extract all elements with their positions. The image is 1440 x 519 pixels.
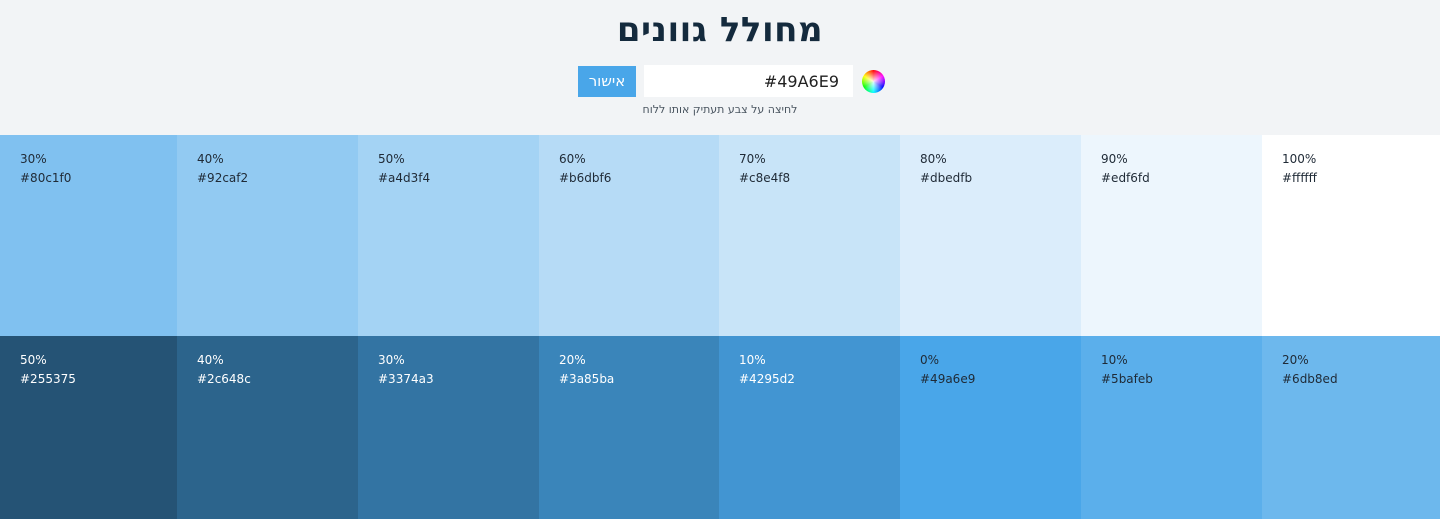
tint-swatch[interactable]: 40% #92caf2 (177, 135, 358, 336)
swatch-percent: 30% (20, 152, 47, 166)
color-form: אישור (578, 65, 885, 97)
swatch-hex: #a4d3f4 (378, 171, 431, 185)
swatch-hex: #3374a3 (378, 372, 434, 386)
swatch-percent: 20% (559, 353, 586, 367)
tints-row: 30% #80c1f0 40% #92caf2 50% #a4d3f4 60% #b6d… (0, 135, 1440, 336)
tint-swatch[interactable]: 50% #a4d3f4 (358, 135, 539, 336)
tint-swatch[interactable]: 60% #b6dbf6 (539, 135, 719, 336)
header: מחולל גוונים אישור לחיצה על צבע תעתיק או… (0, 0, 1440, 135)
swatch-hex: #ffffff (1282, 171, 1317, 185)
swatch-hex: #c8e4f8 (739, 171, 791, 185)
swatch-hex: #edf6fd (1101, 171, 1150, 185)
color-wheel-icon[interactable] (862, 69, 885, 93)
swatch-percent: 0% (920, 353, 940, 367)
swatch-percent: 60% (559, 152, 586, 166)
swatch-hex: #b6dbf6 (559, 171, 612, 185)
swatch-hex: #3a85ba (559, 372, 615, 386)
swatch-percent: 30% (378, 353, 405, 367)
tint-swatch[interactable]: 90% #edf6fd (1081, 135, 1262, 336)
swatch-percent: 40% (197, 353, 224, 367)
shade-swatch[interactable]: 10% #4295d2 (719, 336, 900, 519)
shade-swatch[interactable]: 0% #49a6e9 (900, 336, 1081, 519)
swatch-hex: #4295d2 (739, 372, 795, 386)
swatch-percent: 10% (1101, 353, 1128, 367)
swatch-hex: #92caf2 (197, 171, 249, 185)
swatch-hex: #255375 (20, 372, 76, 386)
shade-swatch[interactable]: 10% #5bafeb (1081, 336, 1262, 519)
swatch-percent: 20% (1282, 353, 1309, 367)
copy-hint: לחיצה על צבע תעתיק אותו ללוח (642, 103, 798, 116)
shade-swatch[interactable]: 50% #255375 (0, 336, 177, 519)
swatch-hex: #80c1f0 (20, 171, 72, 185)
swatch-percent: 10% (739, 353, 766, 367)
confirm-button[interactable]: אישור (578, 65, 636, 97)
swatch-percent: 50% (378, 152, 405, 166)
swatch-percent: 80% (920, 152, 947, 166)
tint-swatch[interactable]: 100% #ffffff (1262, 135, 1440, 336)
page-title: מחולל גוונים (616, 10, 824, 50)
swatch-percent: 40% (197, 152, 224, 166)
swatch-percent: 90% (1101, 152, 1128, 166)
shade-swatch[interactable]: 30% #3374a3 (358, 336, 539, 519)
tint-swatch[interactable]: 30% #80c1f0 (0, 135, 177, 336)
swatch-hex: #5bafeb (1101, 372, 1153, 386)
color-hex-input[interactable] (644, 65, 853, 97)
swatch-hex: #6db8ed (1282, 372, 1338, 386)
tint-swatch[interactable]: 70% #c8e4f8 (719, 135, 900, 336)
swatch-percent: 70% (739, 152, 766, 166)
swatch-percent: 100% (1282, 152, 1317, 166)
shades-row: 50% #255375 40% #2c648c 30% #3374a3 20% #3a8… (0, 336, 1440, 519)
shade-swatch[interactable]: 40% #2c648c (177, 336, 358, 519)
swatch-hex: #dbedfb (920, 171, 973, 185)
swatch-hex: #49a6e9 (920, 372, 976, 386)
shade-swatch[interactable]: 20% #3a85ba (539, 336, 719, 519)
swatch-hex: #2c648c (197, 372, 251, 386)
tint-swatch[interactable]: 80% #dbedfb (900, 135, 1081, 336)
shade-swatch[interactable]: 20% #6db8ed (1262, 336, 1440, 519)
swatch-percent: 50% (20, 353, 47, 367)
